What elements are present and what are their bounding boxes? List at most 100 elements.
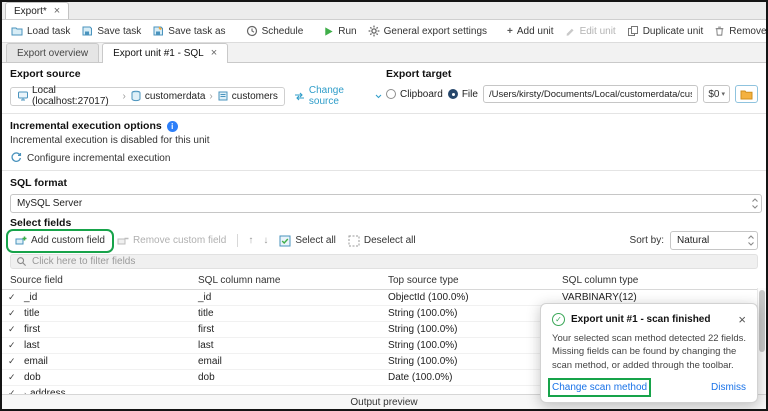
sort-by-select[interactable]: Natural: [670, 231, 758, 250]
scrollbar-thumb[interactable]: [759, 290, 765, 352]
col-source-field[interactable]: Source field: [10, 275, 198, 286]
general-export-settings-button[interactable]: General export settings: [363, 23, 492, 39]
sql-format-select[interactable]: MySQL Server: [10, 194, 762, 213]
remove-custom-field-icon: [117, 235, 129, 247]
notification-title: Export unit #1 - scan finished: [571, 314, 732, 325]
edit-unit-button[interactable]: Edit unit: [560, 24, 621, 39]
radio-circle: [386, 89, 396, 99]
search-icon: [16, 256, 27, 267]
cell-source: last: [24, 340, 198, 351]
browse-file-button[interactable]: [735, 85, 758, 103]
clipboard-radio[interactable]: Clipboard: [386, 89, 443, 100]
tab-export-overview[interactable]: Export overview: [6, 43, 99, 62]
dropdown-arrow-icon: ▾: [721, 90, 725, 98]
col-sql-column-name[interactable]: SQL column name: [198, 275, 388, 286]
remove-unit-button[interactable]: Remove unit: [709, 23, 768, 39]
sql-format-title: SQL format: [10, 177, 758, 189]
tab-export[interactable]: Export* ×: [5, 2, 69, 19]
add-custom-field-button[interactable]: Add custom field: [10, 233, 110, 249]
save-task-as-button[interactable]: Save task as: [147, 23, 230, 39]
cell-top-type: String (100.0%): [388, 324, 562, 335]
cell-sql-name: _id: [198, 292, 388, 303]
select-all-button[interactable]: Select all: [274, 233, 341, 249]
vertical-scrollbar[interactable]: [757, 288, 766, 411]
cell-source: dob: [24, 372, 198, 383]
change-source-button[interactable]: Change source: [294, 85, 382, 107]
notification-close-icon[interactable]: ×: [738, 313, 746, 326]
plus-icon: +: [507, 26, 513, 37]
cell-sql-name: first: [198, 324, 388, 335]
save-task-label: Save task: [97, 26, 141, 37]
change-source-arrow-icon: [294, 92, 305, 101]
export-target-title: Export target: [386, 68, 758, 80]
row-checkbox[interactable]: ✓: [2, 340, 24, 351]
duplicate-icon: [627, 25, 639, 37]
success-check-icon: ✓: [552, 313, 565, 326]
tab-export-unit-1-label: Export unit #1 - SQL: [113, 48, 204, 59]
run-button[interactable]: Run: [318, 24, 361, 39]
configure-incremental-label: Configure incremental execution: [27, 153, 170, 164]
save-task-as-icon: [152, 25, 164, 37]
folder-icon: [740, 89, 753, 100]
output-preview-label: Output preview: [350, 397, 417, 408]
collection-icon: [217, 90, 229, 102]
save-task-icon: [81, 25, 93, 37]
file-path-input[interactable]: [483, 85, 698, 103]
deselect-all-button[interactable]: Deselect all: [343, 233, 421, 249]
col-sql-column-type[interactable]: SQL column type: [562, 275, 766, 286]
edit-unit-label: Edit unit: [580, 26, 616, 37]
run-label: Run: [338, 26, 356, 37]
add-unit-button[interactable]: + Add unit: [502, 24, 559, 39]
tab-close-icon[interactable]: ×: [54, 6, 60, 17]
file-radio[interactable]: File: [448, 89, 478, 100]
source-breadcrumb[interactable]: Local (localhost:27017) › customerdata ›…: [10, 87, 285, 106]
info-icon[interactable]: i: [167, 121, 178, 132]
unit-tab-bar: Export overview Export unit #1 - SQL ×: [2, 43, 766, 63]
schedule-clock-icon: [246, 25, 258, 37]
tab-export-label: Export*: [14, 6, 47, 17]
row-checkbox[interactable]: ✓: [2, 372, 24, 383]
row-checkbox[interactable]: ✓: [2, 292, 24, 303]
configure-incremental-icon: [10, 152, 22, 164]
trash-icon: [714, 25, 725, 37]
cell-sql-type: VARBINARY(12): [562, 292, 766, 303]
load-task-icon: [11, 25, 23, 37]
row-checkbox[interactable]: ✓: [2, 324, 24, 335]
chevron-down-icon: [375, 94, 382, 99]
schedule-button[interactable]: Schedule: [241, 23, 309, 39]
duplicate-unit-button[interactable]: Duplicate unit: [622, 23, 709, 39]
database-icon: [130, 90, 142, 102]
select-fields-title: Select fields: [10, 217, 758, 229]
tab-export-unit-1[interactable]: Export unit #1 - SQL ×: [102, 43, 228, 63]
col-top-source-type[interactable]: Top source type: [388, 275, 562, 286]
incremental-status-text: Incremental execution is disabled for th…: [10, 135, 758, 146]
variable-dropdown-button[interactable]: $0 ▾: [703, 85, 730, 103]
document-tab-bar: Export* ×: [2, 2, 766, 20]
tab-close-icon[interactable]: ×: [211, 48, 217, 59]
deselect-all-icon: [348, 235, 360, 247]
configure-incremental-button[interactable]: Configure incremental execution: [10, 152, 758, 164]
main-toolbar: Load task Save task Save task as Schedul…: [2, 20, 766, 43]
cell-source: title: [24, 308, 198, 319]
info-glyph: i: [171, 122, 173, 131]
radio-circle-selected: [448, 89, 458, 99]
select-chevrons-icon: [751, 197, 759, 210]
divider: [2, 170, 766, 171]
sql-format-value: MySQL Server: [17, 198, 82, 209]
add-unit-label: Add unit: [517, 26, 554, 37]
save-task-button[interactable]: Save task: [76, 23, 146, 39]
check-glyph: ✓: [555, 315, 562, 324]
filter-fields-input[interactable]: [32, 256, 752, 267]
gear-icon: [368, 25, 380, 37]
connection-crumb: Local (localhost:27017): [17, 85, 118, 107]
change-scan-method-link[interactable]: Change scan method: [552, 382, 647, 393]
row-checkbox[interactable]: ✓: [2, 356, 24, 367]
load-task-button[interactable]: Load task: [6, 23, 75, 39]
cell-source: email: [24, 356, 198, 367]
move-up-button[interactable]: ↑: [244, 233, 257, 248]
remove-custom-field-button[interactable]: Remove custom field: [112, 233, 231, 249]
dismiss-link[interactable]: Dismiss: [711, 382, 746, 393]
database-label: customerdata: [145, 91, 206, 102]
move-down-button[interactable]: ↓: [259, 233, 272, 248]
row-checkbox[interactable]: ✓: [2, 308, 24, 319]
